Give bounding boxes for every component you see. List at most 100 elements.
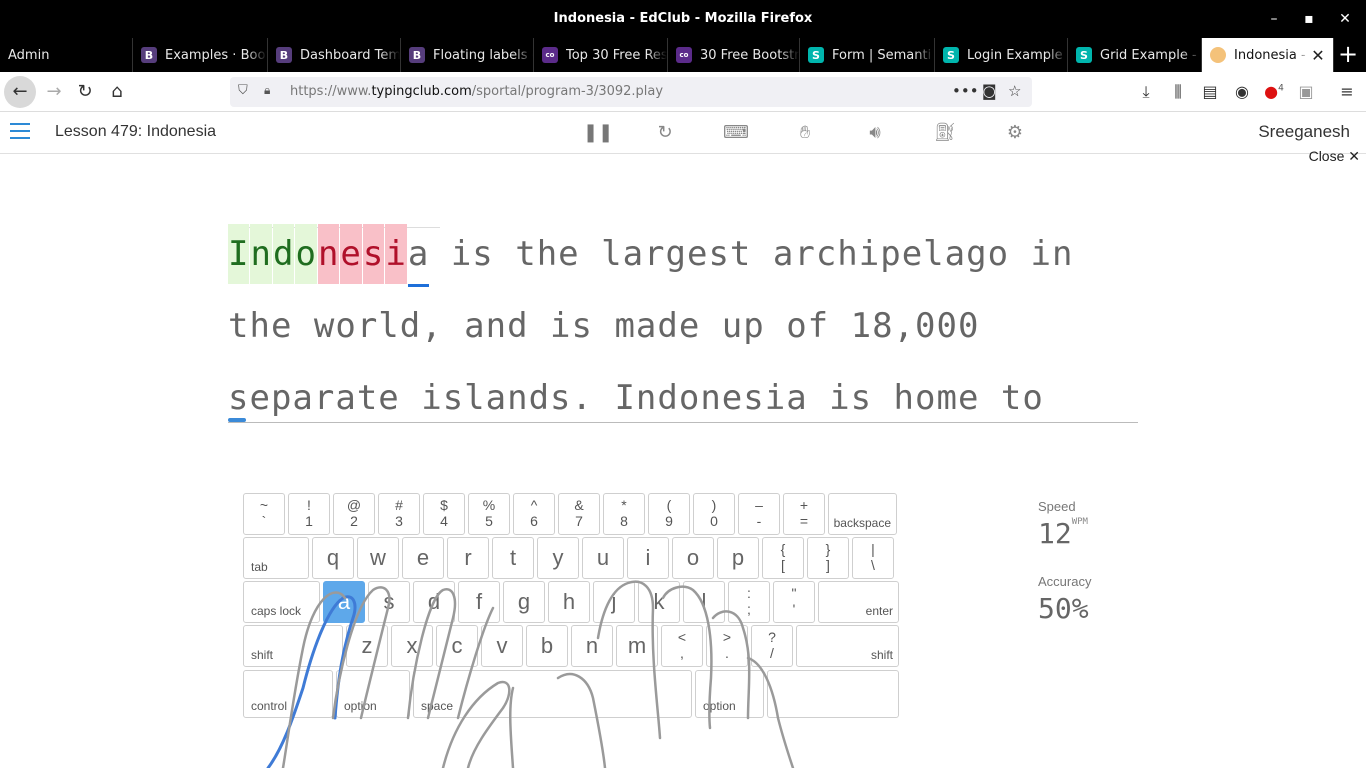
tab-label: Indonesia - E <box>1234 47 1309 63</box>
tab-8[interactable]: S Grid Example - S <box>1068 38 1202 72</box>
current-character: a <box>407 224 430 287</box>
key-q[interactable]: q <box>312 537 354 579</box>
hamburger-menu-icon[interactable] <box>10 123 30 139</box>
key-label: backspace <box>833 516 891 530</box>
pocket-icon[interactable]: ◙ <box>982 82 997 100</box>
key-4[interactable]: $4 <box>423 493 465 535</box>
typing-line-1: Indonesia is the largest archipelago in <box>228 224 1138 296</box>
tab-7[interactable]: S Login Example - <box>935 38 1068 72</box>
tab-key[interactable]: tab <box>243 537 309 579</box>
bookmark-star-icon[interactable]: ☆ <box>1008 82 1021 100</box>
extension-icon[interactable]: ▣ <box>1295 82 1317 101</box>
key-letter: p <box>731 545 745 570</box>
key-7[interactable]: & 7 <box>558 493 600 535</box>
key-u[interactable]: u <box>582 537 624 579</box>
tab-0[interactable]: Admin <box>0 38 133 72</box>
key-9[interactable]: (9 <box>648 493 690 535</box>
key-r[interactable]: r <box>447 537 489 579</box>
key-w[interactable]: w <box>357 537 399 579</box>
page-actions-icon[interactable]: ••• <box>952 82 979 100</box>
shift-right-key[interactable]: shift <box>796 625 899 667</box>
key-sym-2[interactable]: | \ <box>852 537 894 579</box>
site-favicon-icon: S <box>1076 47 1092 63</box>
paint-bucket-icon[interactable]: ⛽︎ <box>933 122 957 144</box>
close-tab-icon[interactable]: ✕ <box>1309 46 1327 65</box>
sidebar-icon[interactable]: ▤ <box>1199 82 1221 101</box>
maximize-icon[interactable]: ▪ <box>1300 10 1318 28</box>
tab-9[interactable]: Indonesia - E✕ <box>1202 38 1334 72</box>
restart-icon[interactable]: ↻ <box>653 122 677 144</box>
new-tab-button[interactable]: + <box>1334 38 1362 72</box>
key-sym-1[interactable]: }] <box>807 537 849 579</box>
speed-label: Speed <box>1038 499 1076 514</box>
reload-button[interactable]: ↻ <box>71 78 99 106</box>
key-2[interactable]: @2 <box>333 493 375 535</box>
url-bar[interactable]: ⛉ 🔒︎ https://www.typingclub.com/sportal/… <box>230 77 1032 107</box>
key-i[interactable]: i <box>627 537 669 579</box>
incorrect-character: s <box>362 224 385 284</box>
tab-4[interactable]: co Top 30 Free Res <box>534 38 668 72</box>
account-icon[interactable]: ◉ <box>1231 82 1253 101</box>
backspace-key[interactable]: backspace <box>828 493 897 535</box>
site-favicon-icon: B <box>276 47 292 63</box>
key-letter: t <box>509 545 517 570</box>
close-window-icon[interactable]: ✕ <box>1336 10 1354 28</box>
key-10[interactable]: ) 0 <box>693 493 735 535</box>
key-label: shift <box>870 648 893 662</box>
key-3[interactable]: #3 <box>378 493 420 535</box>
extension-lock-icon[interactable]: ●4 <box>1263 82 1285 101</box>
tab-2[interactable]: B Dashboard Tem <box>268 38 401 72</box>
url-text[interactable]: https://www.typingclub.com/sportal/progr… <box>290 84 663 99</box>
library-icon[interactable]: ⫼ <box>1167 82 1189 102</box>
tab-6[interactable]: S Form | Semanti <box>800 38 935 72</box>
shield-icon[interactable]: ⛉ <box>238 83 248 98</box>
forward-button[interactable]: → <box>40 78 68 106</box>
key-11[interactable]: – - <box>738 493 780 535</box>
key-sym-0[interactable]: {[ <box>762 537 804 579</box>
key-8[interactable]: * 8 <box>603 493 645 535</box>
key-symbol: ] <box>826 557 830 573</box>
tab-3[interactable]: B Floating labels e <box>401 38 534 72</box>
hand-icon[interactable]: ✋︎ <box>793 122 817 144</box>
key-shift-symbol: % <box>482 497 496 513</box>
lock-icon[interactable]: 🔒︎ <box>264 83 270 98</box>
key-t[interactable]: t <box>492 537 534 579</box>
settings-gear-icon[interactable]: ⚙ <box>1003 122 1027 144</box>
tab-label: 30 Free Bootstra <box>700 47 799 63</box>
correct-character: I <box>228 224 250 284</box>
site-favicon-icon: S <box>808 47 824 63</box>
typing-line-2: the world, and is made up of 18,000 <box>228 306 980 346</box>
key-0[interactable]: ~ ` <box>243 493 285 535</box>
minimize-icon[interactable]: – <box>1265 10 1283 28</box>
username[interactable]: Sreeganesh <box>1258 122 1350 142</box>
key-12[interactable]: + = <box>783 493 825 535</box>
typing-text[interactable]: Indonesia is the largest archipelago in … <box>228 224 1138 440</box>
key-symbol: 8 <box>620 513 628 529</box>
keyboard-icon[interactable]: ⌨ <box>723 122 749 144</box>
accuracy-label: Accuracy <box>1038 574 1092 589</box>
key-5[interactable]: % 5 <box>468 493 510 535</box>
key-e[interactable]: e <box>402 537 444 579</box>
key-shift-symbol: $ <box>440 497 448 513</box>
key-letter: r <box>464 545 472 570</box>
pause-icon[interactable]: ❚❚ <box>583 122 613 144</box>
key-o[interactable]: o <box>672 537 714 579</box>
key-p[interactable]: p <box>717 537 759 579</box>
key-symbol: [ <box>781 557 785 573</box>
tab-1[interactable]: B Examples · Boot <box>133 38 268 72</box>
home-button[interactable]: ⌂ <box>103 78 131 106</box>
back-button[interactable]: ← <box>4 76 36 108</box>
tab-5[interactable]: co 30 Free Bootstra <box>668 38 800 72</box>
sound-icon[interactable]: 🔊︎ <box>863 122 887 144</box>
key-symbol: ` <box>261 513 267 529</box>
key-1[interactable]: ! 1 <box>288 493 330 535</box>
close-lesson-button[interactable]: Close ✕ <box>1309 148 1360 165</box>
navigation-bar: ← → ↻ ⌂ ⛉ 🔒︎ https://www.typingclub.com/… <box>0 72 1366 112</box>
enter-key[interactable]: enter <box>818 581 899 623</box>
menu-icon[interactable]: ≡ <box>1336 82 1358 101</box>
downloads-icon[interactable]: ⤓ <box>1135 82 1157 102</box>
key-y[interactable]: y <box>537 537 579 579</box>
key-6[interactable]: ^ 6 <box>513 493 555 535</box>
tab-label: Top 30 Free Res <box>566 47 667 63</box>
key-symbol: 4 <box>440 513 448 529</box>
